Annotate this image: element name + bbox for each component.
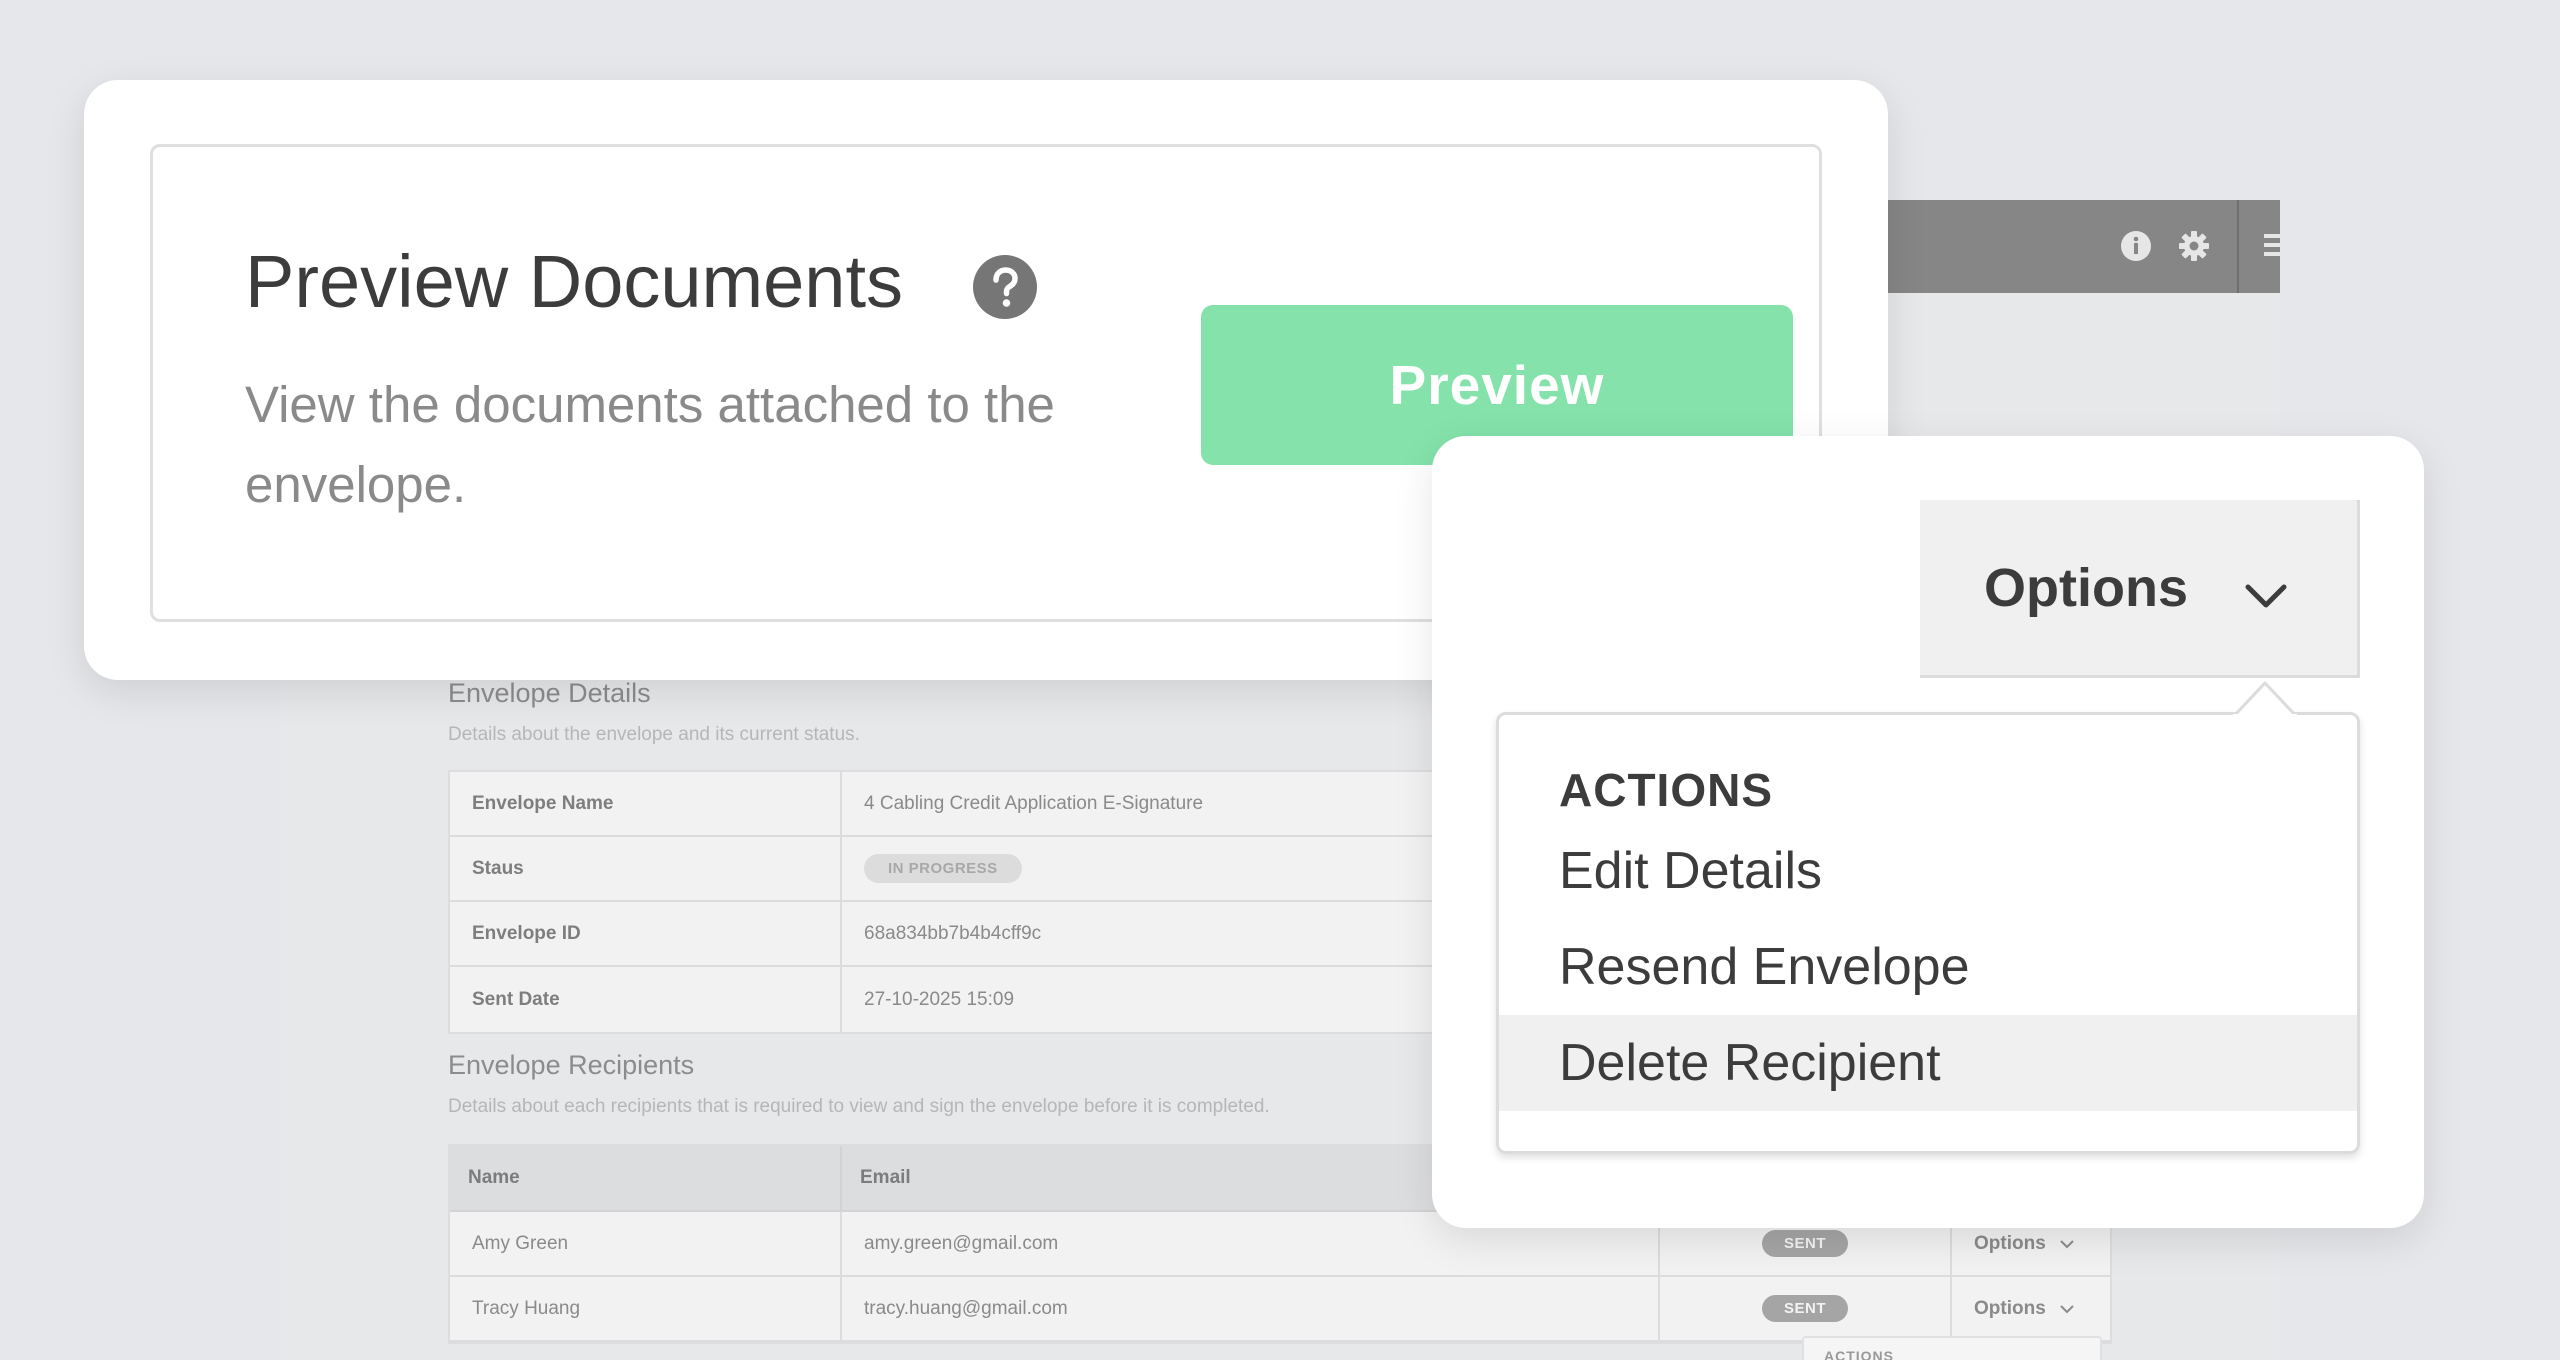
menu-item-delete-recipient[interactable]: Delete Recipient: [1499, 1015, 2357, 1111]
envelope-recipients-subtitle: Details about each recipients that is re…: [448, 1096, 1270, 1117]
recipient-name: Tracy Huang: [450, 1277, 842, 1340]
menu-item-resend-envelope[interactable]: Resend Envelope: [1499, 919, 2357, 1015]
menu-icon[interactable]: [2262, 232, 2280, 258]
status-badge: IN PROGRESS: [864, 854, 1022, 883]
actions-menu: ACTIONS Edit Details Resend Envelope Del…: [1496, 681, 2360, 1154]
recipient-name: Amy Green: [450, 1212, 842, 1275]
row-options-dropdown: ACTIONS: [1802, 1336, 2102, 1360]
menu-header-actions: ACTIONS: [1559, 764, 1773, 816]
detail-value: 68a834bb7b4b4cff9c: [864, 922, 1042, 944]
envelope-details-title: Envelope Details: [448, 678, 651, 708]
row-options-label: Options: [1974, 1232, 2046, 1254]
menu-pointer: [2233, 681, 2297, 717]
detail-label: Envelope ID: [450, 902, 842, 965]
status-badge: SENT: [1761, 1230, 1848, 1257]
status-badge: SENT: [1761, 1295, 1848, 1322]
chevron-down-icon: [2245, 584, 2287, 608]
detail-row: Staus IN PROGRESS: [450, 837, 1446, 902]
mini-menu-header: ACTIONS: [1824, 1348, 1894, 1360]
detail-label: Sent Date: [450, 967, 842, 1032]
detail-row: Sent Date 27-10-2025 15:09: [450, 967, 1446, 1032]
detail-label: Envelope Name: [450, 772, 842, 835]
table-row: Tracy Huang tracy.huang@gmail.com SENT O…: [450, 1277, 2110, 1342]
detail-row: Envelope ID 68a834bb7b4b4cff9c: [450, 902, 1446, 967]
topbar-divider: [2237, 200, 2239, 293]
options-card: Options ACTIONS Edit Details Resend Enve…: [1432, 436, 2424, 1228]
preview-description: View the documents attached to the envel…: [245, 376, 1055, 513]
chevron-down-icon: [2060, 1239, 2074, 1248]
info-icon[interactable]: [2120, 230, 2152, 262]
options-label: Options: [1984, 557, 2188, 618]
detail-value: 4 Cabling Credit Application E-Signature: [864, 792, 1204, 814]
row-options-label: Options: [1974, 1297, 2046, 1319]
column-header-name: Name: [450, 1146, 842, 1210]
preview-title: Preview Documents: [245, 240, 904, 323]
menu-item-edit-details[interactable]: Edit Details: [1499, 823, 2357, 919]
options-dropdown-button[interactable]: Options: [1920, 500, 2360, 678]
recipient-email: tracy.huang@gmail.com: [842, 1277, 1660, 1340]
row-options-button[interactable]: Options: [1952, 1277, 2110, 1340]
chevron-down-icon: [2060, 1304, 2074, 1313]
detail-row: Envelope Name 4 Cabling Credit Applicati…: [450, 772, 1446, 837]
question-circle-icon[interactable]: [973, 255, 1037, 319]
detail-label: Staus: [450, 837, 842, 900]
envelope-details-subtitle: Details about the envelope and its curre…: [448, 724, 860, 745]
envelope-details-table: Envelope Name 4 Cabling Credit Applicati…: [448, 770, 1448, 1034]
gear-icon[interactable]: [2178, 230, 2210, 262]
detail-value: 27-10-2025 15:09: [864, 988, 1015, 1010]
envelope-recipients-title: Envelope Recipients: [448, 1050, 695, 1080]
